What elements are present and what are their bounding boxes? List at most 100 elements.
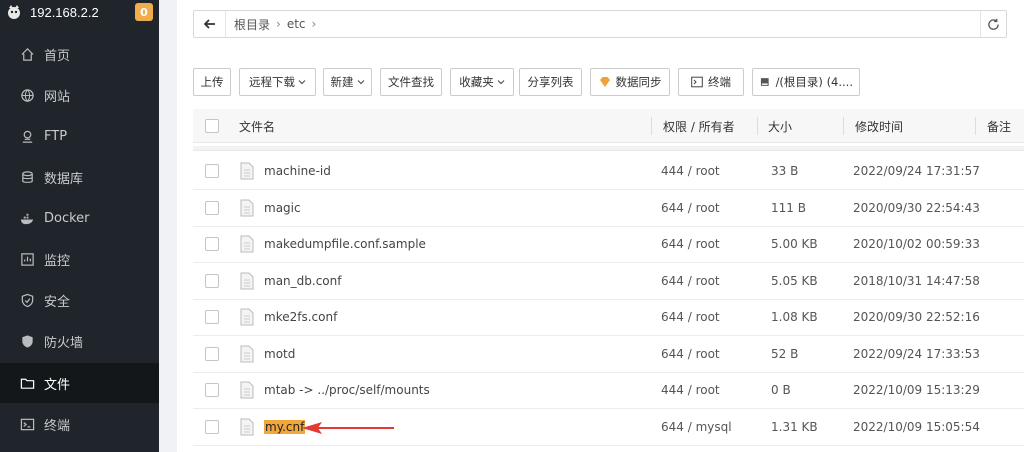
database-icon — [19, 169, 35, 185]
row-checkbox[interactable] — [205, 190, 219, 226]
sidebar-item-website[interactable]: 网站 — [0, 75, 159, 115]
sidebar-item-terminal[interactable]: 终端 — [0, 404, 159, 444]
file-permission[interactable]: 644 / root — [661, 226, 720, 262]
breadcrumb-root[interactable]: 根目录 — [234, 16, 270, 33]
sidebar-item-label: 文件 — [44, 377, 71, 393]
favorites-button[interactable]: 收藏夹 — [450, 68, 514, 96]
table-header: 文件名 权限 / 所有者 大小 修改时间 备注 — [193, 109, 1024, 143]
column-permission[interactable]: 权限 / 所有者 — [663, 109, 735, 143]
sidebar-item-monitor[interactable]: 监控 — [0, 239, 159, 279]
file-icon — [240, 162, 254, 180]
disk-icon — [760, 78, 769, 86]
docker-icon — [19, 210, 35, 226]
chevron-down-icon — [357, 80, 364, 85]
row-checkbox[interactable] — [205, 336, 219, 372]
file-permission[interactable]: 444 / root — [661, 372, 720, 408]
back-button[interactable] — [194, 11, 226, 37]
sidebar: 192.168.2.2 0 首页 网站 FTP 数据库 Docker 监控 安全… — [0, 0, 159, 452]
disk-button[interactable]: /(根目录) (4.... — [752, 68, 860, 96]
file-size: 0 B — [771, 382, 791, 397]
column-size[interactable]: 大小 — [768, 109, 792, 143]
table-row[interactable]: mtab -> ../proc/self/mounts 444 / root 0… — [193, 372, 1024, 409]
row-checkbox[interactable] — [205, 263, 219, 299]
table-row[interactable]: magic 644 / root 111 B 2020/09/30 22:54:… — [193, 190, 1024, 227]
chevron-down-icon — [298, 80, 306, 85]
file-icon — [240, 272, 254, 290]
remote-download-button[interactable]: 远程下载 — [239, 68, 316, 96]
file-name[interactable]: man_db.conf — [264, 274, 341, 288]
column-name[interactable]: 文件名 — [239, 109, 275, 143]
main-area: 根目录 › etc › 上传 远程下载 新建 文件查找 收藏夹 分享列表 数据同… — [159, 0, 1024, 452]
file-icon — [240, 345, 254, 363]
file-permission[interactable]: 644 / root — [661, 190, 720, 226]
file-icon — [240, 199, 254, 217]
file-name[interactable]: mke2fs.conf — [264, 310, 337, 324]
row-checkbox[interactable] — [205, 299, 219, 335]
sidebar-item-docker[interactable]: Docker — [0, 198, 159, 238]
sidebar-item-database[interactable]: 数据库 — [0, 157, 159, 197]
notification-badge[interactable]: 0 — [135, 3, 153, 21]
file-search-button[interactable]: 文件查找 — [380, 68, 442, 96]
file-icon — [240, 235, 254, 253]
table-row[interactable]: makedumpfile.conf.sample 644 / root 5.00… — [193, 226, 1024, 263]
sidebar-item-label: 监控 — [44, 253, 71, 269]
chevron-right-icon: › — [276, 17, 281, 31]
row-checkbox[interactable] — [205, 372, 219, 408]
file-name[interactable]: mtab -> ../proc/self/mounts — [264, 383, 430, 397]
breadcrumb-etc[interactable]: etc — [287, 17, 306, 31]
sidebar-item-firewall[interactable]: 防火墙 — [0, 321, 159, 361]
column-modified[interactable]: 修改时间 — [855, 109, 903, 143]
ftp-icon — [19, 128, 35, 144]
file-name[interactable]: machine-id — [264, 164, 331, 178]
file-permission[interactable]: 644 / root — [661, 263, 720, 299]
server-ip: 192.168.2.2 — [30, 4, 99, 20]
refresh-button[interactable] — [980, 11, 1006, 37]
sidebar-item-label: Docker — [44, 210, 90, 226]
file-permission[interactable]: 644 / root — [661, 299, 720, 335]
sidebar-item-label: 网站 — [44, 89, 71, 105]
table-row[interactable]: mke2fs.conf 644 / root 1.08 KB 2020/09/3… — [193, 299, 1024, 336]
new-button[interactable]: 新建 — [323, 68, 372, 96]
data-sync-button[interactable]: 数据同步 — [590, 68, 670, 96]
scroll-shadow — [193, 146, 1024, 151]
file-icon — [240, 418, 254, 436]
sidebar-item-label: 终端 — [44, 418, 71, 434]
file-name[interactable]: magic — [264, 201, 301, 215]
monitor-icon — [19, 251, 35, 267]
upload-button[interactable]: 上传 — [193, 68, 231, 96]
row-checkbox[interactable] — [205, 153, 219, 189]
sidebar-item-files[interactable]: 文件 — [0, 363, 159, 403]
shield-icon — [19, 292, 35, 308]
firewall-icon — [19, 333, 35, 349]
row-checkbox[interactable] — [205, 226, 219, 262]
table-row[interactable]: man_db.conf 644 / root 5.05 KB 2018/10/3… — [193, 263, 1024, 300]
sidebar-item-security[interactable]: 安全 — [0, 280, 159, 320]
file-mtime: 2022/09/24 17:31:57 — [853, 163, 980, 178]
file-mtime: 2022/10/09 15:13:29 — [853, 382, 980, 397]
file-permission[interactable]: 644 / mysql — [661, 409, 732, 445]
terminal-icon — [691, 76, 703, 88]
file-icon — [240, 308, 254, 326]
globe-icon — [19, 87, 35, 103]
terminal-icon — [19, 416, 35, 432]
file-manager-panel: 根目录 › etc › 上传 远程下载 新建 文件查找 收藏夹 分享列表 数据同… — [177, 0, 1024, 452]
table-row[interactable]: machine-id 444 / root 33 B 2022/09/24 17… — [193, 153, 1024, 190]
share-list-button[interactable]: 分享列表 — [519, 68, 582, 96]
path-bar: 根目录 › etc › — [193, 10, 1007, 38]
file-size: 52 B — [771, 346, 799, 361]
file-size: 5.00 KB — [771, 236, 818, 251]
column-note[interactable]: 备注 — [987, 109, 1011, 143]
file-name[interactable]: motd — [264, 347, 295, 361]
file-name[interactable]: makedumpfile.conf.sample — [264, 237, 426, 251]
select-all-checkbox[interactable] — [205, 109, 219, 143]
table-row[interactable]: motd 644 / root 52 B 2022/09/24 17:33:53 — [193, 336, 1024, 373]
file-permission[interactable]: 444 / root — [661, 153, 720, 189]
file-permission[interactable]: 644 / root — [661, 336, 720, 372]
annotation-arrow-icon — [302, 422, 394, 434]
row-checkbox[interactable] — [205, 409, 219, 445]
terminal-button[interactable]: 终端 — [678, 68, 744, 96]
file-icon — [240, 381, 254, 399]
sidebar-item-home[interactable]: 首页 — [0, 34, 159, 74]
refresh-icon — [988, 18, 999, 30]
sidebar-item-ftp[interactable]: FTP — [0, 116, 159, 156]
